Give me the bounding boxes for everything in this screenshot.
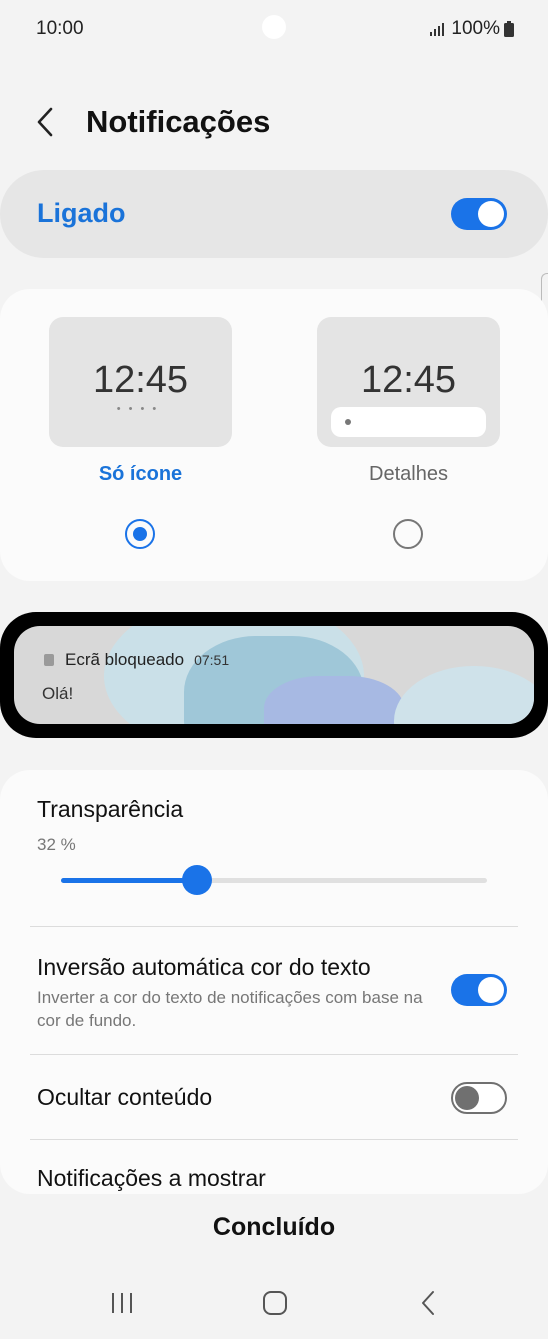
hide-content-title: Ocultar conteúdo bbox=[37, 1084, 213, 1110]
transparency-value: 32 % bbox=[37, 835, 76, 854]
notification-style-card: 12:45 •••• Só ícone 12:45 Detalhes bbox=[0, 289, 548, 581]
preview-clock: 12:45 bbox=[360, 359, 457, 401]
radio-icon-only[interactable] bbox=[125, 519, 155, 549]
preview-time: 07:51 bbox=[194, 652, 230, 668]
toggle-knob bbox=[455, 1086, 479, 1110]
lock-icon bbox=[44, 654, 54, 666]
camera-cutout bbox=[262, 15, 286, 39]
signal-icon bbox=[430, 23, 445, 36]
back-button[interactable] bbox=[36, 107, 58, 137]
master-switch-label: Ligado bbox=[37, 198, 126, 228]
style-option-details-preview[interactable]: 12:45 bbox=[317, 317, 500, 447]
recent-apps-icon[interactable] bbox=[110, 1291, 134, 1315]
toggle-knob bbox=[478, 201, 504, 227]
invert-subtitle: Inverter a cor do texto de notificações … bbox=[37, 988, 423, 1030]
battery-icon bbox=[504, 21, 514, 37]
preview-notification-bar bbox=[331, 407, 486, 437]
home-icon[interactable] bbox=[262, 1290, 288, 1316]
preview-dot bbox=[345, 419, 351, 425]
header: Notificações bbox=[36, 96, 270, 148]
status-right: 100% bbox=[429, 18, 514, 40]
wallpaper-shape bbox=[394, 666, 534, 724]
divider bbox=[30, 926, 518, 927]
hide-content-toggle[interactable] bbox=[451, 1082, 507, 1114]
master-switch-row[interactable]: Ligado bbox=[0, 170, 548, 258]
status-time: 10:00 bbox=[36, 18, 84, 39]
back-nav-icon[interactable] bbox=[420, 1290, 436, 1316]
preview-notification-header: Ecrã bloqueado 07:51 bbox=[44, 650, 229, 670]
style-option-icon-preview[interactable]: 12:45 •••• bbox=[49, 317, 232, 447]
toggle-knob bbox=[478, 977, 504, 1003]
transparency-slider[interactable] bbox=[61, 865, 487, 895]
invert-title: Inversão automática cor do texto bbox=[37, 954, 371, 980]
preview-app-name: Ecrã bloqueado bbox=[65, 650, 185, 669]
preview-dots: •••• bbox=[116, 403, 165, 415]
divider bbox=[30, 1054, 518, 1055]
style-option-icon-label[interactable]: Só ícone bbox=[49, 463, 232, 486]
divider bbox=[30, 1139, 518, 1140]
wallpaper-shape bbox=[264, 676, 404, 724]
preview-clock: 12:45 bbox=[92, 359, 189, 401]
preview-message: Olá! bbox=[42, 684, 74, 703]
notification-preview: Ecrã bloqueado 07:51 Olá! bbox=[0, 612, 548, 738]
page-title: Notificações bbox=[86, 104, 271, 139]
done-button[interactable]: Concluído bbox=[0, 1213, 548, 1242]
chevron-left-icon bbox=[37, 107, 53, 137]
transparency-title: Transparência bbox=[37, 796, 184, 822]
show-notifications-title[interactable]: Notificações a mostrar bbox=[37, 1165, 266, 1192]
style-option-details-label[interactable]: Detalhes bbox=[317, 463, 500, 486]
master-toggle[interactable] bbox=[451, 198, 507, 230]
invert-toggle[interactable] bbox=[451, 974, 507, 1006]
slider-fill bbox=[61, 878, 198, 883]
preview-wallpaper: Ecrã bloqueado 07:51 Olá! bbox=[14, 626, 534, 724]
radio-details[interactable] bbox=[393, 519, 423, 549]
battery-percent: 100% bbox=[451, 18, 500, 39]
navigation-bar bbox=[0, 1285, 548, 1321]
